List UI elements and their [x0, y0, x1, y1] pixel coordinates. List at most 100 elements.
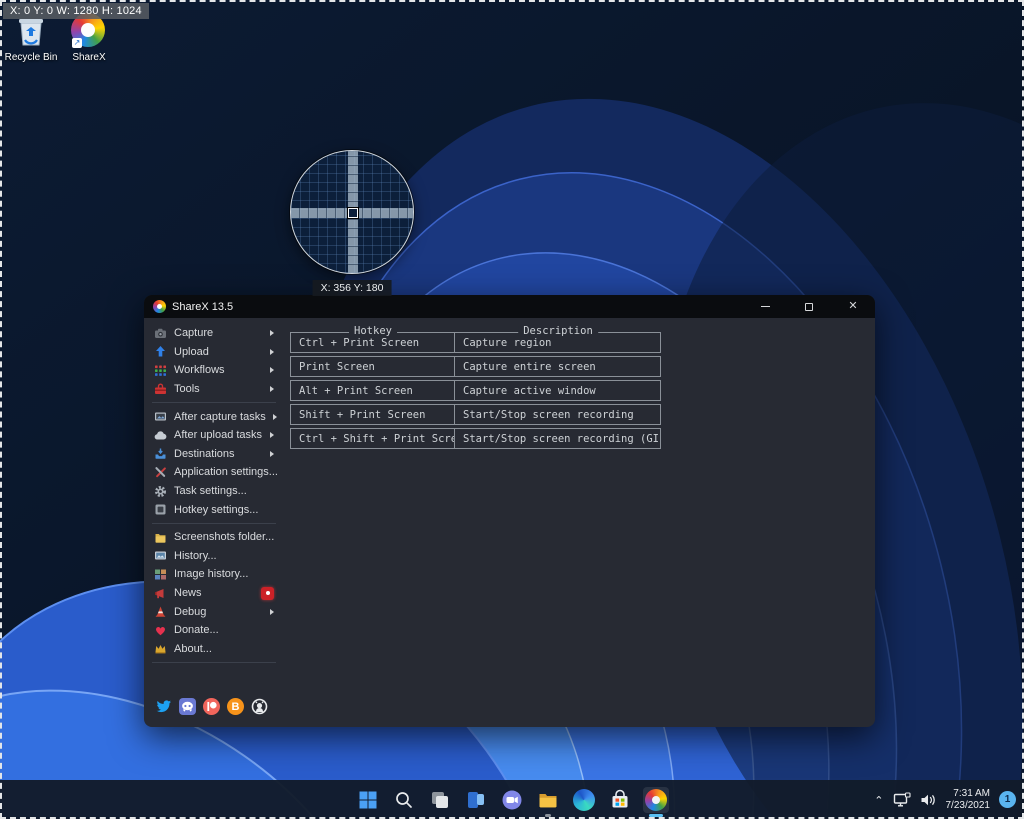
- inbox-tray-icon: [154, 447, 167, 460]
- menu-item-about[interactable]: About...: [152, 640, 276, 659]
- taskbar: ⌃ 7:31 AM 7/23/2021 1: [0, 780, 1024, 819]
- main-menu: Capture Upload Workflows Tools: [152, 324, 276, 667]
- menu-item-label: After upload tasks: [174, 429, 263, 441]
- discord-icon[interactable]: [179, 698, 196, 715]
- window-titlebar[interactable]: ShareX 13.5 ✕: [144, 295, 875, 318]
- camera-icon: [154, 327, 167, 340]
- shortcut-arrow-icon: ↗: [72, 38, 82, 48]
- submenu-arrow-icon: [270, 432, 274, 438]
- hotkey-row[interactable]: Ctrl + Print Screen Capture region: [290, 332, 661, 353]
- cone-icon: [154, 605, 167, 618]
- task-view-button[interactable]: [427, 787, 453, 813]
- menu-item-after-upload-tasks[interactable]: After upload tasks: [152, 426, 276, 445]
- system-tray: ⌃ 7:31 AM 7/23/2021 1: [874, 780, 1016, 819]
- menu-item-label: Application settings...: [174, 466, 278, 478]
- menu-item-after-capture-tasks[interactable]: After capture tasks: [152, 407, 276, 426]
- crown-icon: [154, 642, 167, 655]
- search-icon: [394, 790, 414, 810]
- twitter-icon[interactable]: [155, 698, 172, 715]
- description-cell: Start/Stop screen recording: [455, 405, 660, 424]
- menu-item-donate[interactable]: Donate...: [152, 621, 276, 640]
- menu-item-workflows[interactable]: Workflows: [152, 361, 276, 380]
- submenu-arrow-icon: [270, 609, 274, 615]
- menu-item-hotkey-settings[interactable]: Hotkey settings...: [152, 500, 276, 519]
- upload-arrow-icon: [154, 345, 167, 358]
- menu-item-history[interactable]: History...: [152, 547, 276, 566]
- patreon-icon[interactable]: [203, 698, 220, 715]
- desktop-icon-label: ShareX: [60, 52, 118, 63]
- hotkey-cell: Print Screen: [291, 357, 455, 376]
- menu-item-label: Image history...: [174, 568, 276, 580]
- file-explorer-button[interactable]: [535, 787, 561, 813]
- menu-item-label: Donate...: [174, 624, 276, 636]
- edge-button[interactable]: [571, 787, 597, 813]
- submenu-arrow-icon: [270, 330, 274, 336]
- minimize-button[interactable]: [743, 295, 787, 318]
- photo-history-icon: [154, 549, 167, 562]
- image-grid-icon: [154, 568, 167, 581]
- menu-item-destinations[interactable]: Destinations: [152, 445, 276, 464]
- hotkey-row[interactable]: Alt + Print Screen Capture active window: [290, 380, 661, 401]
- workflows-grid-icon: [154, 364, 167, 377]
- capture-magnifier: [290, 150, 414, 274]
- bitcoin-icon[interactable]: B: [227, 698, 244, 715]
- menu-item-screenshots-folder[interactable]: Screenshots folder...: [152, 528, 276, 547]
- notification-badge[interactable]: 1: [999, 791, 1016, 808]
- desktop-icon-sharex[interactable]: ↗ ShareX: [60, 13, 118, 63]
- submenu-arrow-icon: [270, 367, 274, 373]
- menu-item-debug[interactable]: Debug: [152, 602, 276, 621]
- hotkey-icon: [154, 503, 167, 516]
- hotkey-row[interactable]: Shift + Print Screen Start/Stop screen r…: [290, 404, 661, 425]
- hidden-icons-chevron-icon[interactable]: ⌃: [874, 794, 883, 807]
- chat-button[interactable]: [499, 787, 525, 813]
- submenu-arrow-icon: [270, 451, 274, 457]
- menu-item-capture[interactable]: Capture: [152, 324, 276, 343]
- sharex-window: ShareX 13.5 ✕ Capture Upload: [144, 295, 875, 727]
- sharex-taskbar-button[interactable]: [643, 787, 669, 813]
- chat-camera-icon: [501, 789, 523, 811]
- menu-item-label: Debug: [174, 606, 263, 618]
- window-title: ShareX 13.5: [172, 301, 233, 313]
- image-task-icon: [154, 410, 167, 423]
- menu-item-upload[interactable]: Upload: [152, 343, 276, 362]
- news-badge: [261, 587, 274, 600]
- hotkey-cell: Shift + Print Screen: [291, 405, 455, 424]
- submenu-arrow-icon: [270, 386, 274, 392]
- menu-item-label: After capture tasks: [174, 411, 266, 423]
- menu-item-label: Upload: [174, 346, 263, 358]
- menu-item-news[interactable]: News: [152, 584, 276, 603]
- desktop-icon-recycle-bin[interactable]: Recycle Bin: [2, 13, 60, 63]
- maximize-button[interactable]: [787, 295, 831, 318]
- hotkey-table: Hotkey Description Ctrl + Print Screen C…: [290, 332, 661, 452]
- menu-item-image-history[interactable]: Image history...: [152, 565, 276, 584]
- task-view-icon: [430, 790, 450, 810]
- description-cell: Capture active window: [455, 381, 660, 400]
- menu-item-label: Destinations: [174, 448, 263, 460]
- menu-item-application-settings[interactable]: Application settings...: [152, 463, 276, 482]
- network-icon[interactable]: [893, 792, 911, 808]
- close-icon: ✕: [848, 301, 857, 312]
- hotkey-row[interactable]: Print Screen Capture entire screen: [290, 356, 661, 377]
- sharex-logo-icon: [153, 300, 166, 313]
- close-button[interactable]: ✕: [831, 295, 875, 318]
- desktop-icon-label: Recycle Bin: [2, 52, 60, 63]
- github-icon[interactable]: [251, 698, 268, 715]
- megaphone-icon: [154, 587, 167, 600]
- maximize-icon: [805, 303, 813, 311]
- menu-item-label: Workflows: [174, 364, 263, 376]
- store-bag-icon: [609, 789, 631, 811]
- hotkey-cell: Ctrl + Shift + Print Screen: [291, 429, 455, 448]
- menu-divider: [152, 402, 276, 403]
- store-button[interactable]: [607, 787, 633, 813]
- menu-item-label: Task settings...: [174, 485, 276, 497]
- wrench-screwdriver-icon: [154, 466, 167, 479]
- hotkey-row[interactable]: Ctrl + Shift + Print Screen Start/Stop s…: [290, 428, 661, 449]
- search-button[interactable]: [391, 787, 417, 813]
- menu-item-tools[interactable]: Tools: [152, 380, 276, 399]
- description-column-header: Description: [518, 326, 598, 337]
- taskbar-clock[interactable]: 7:31 AM 7/23/2021: [946, 788, 991, 812]
- widgets-button[interactable]: [463, 787, 489, 813]
- menu-item-task-settings[interactable]: Task settings...: [152, 482, 276, 501]
- start-button[interactable]: [355, 787, 381, 813]
- volume-icon[interactable]: [920, 792, 937, 808]
